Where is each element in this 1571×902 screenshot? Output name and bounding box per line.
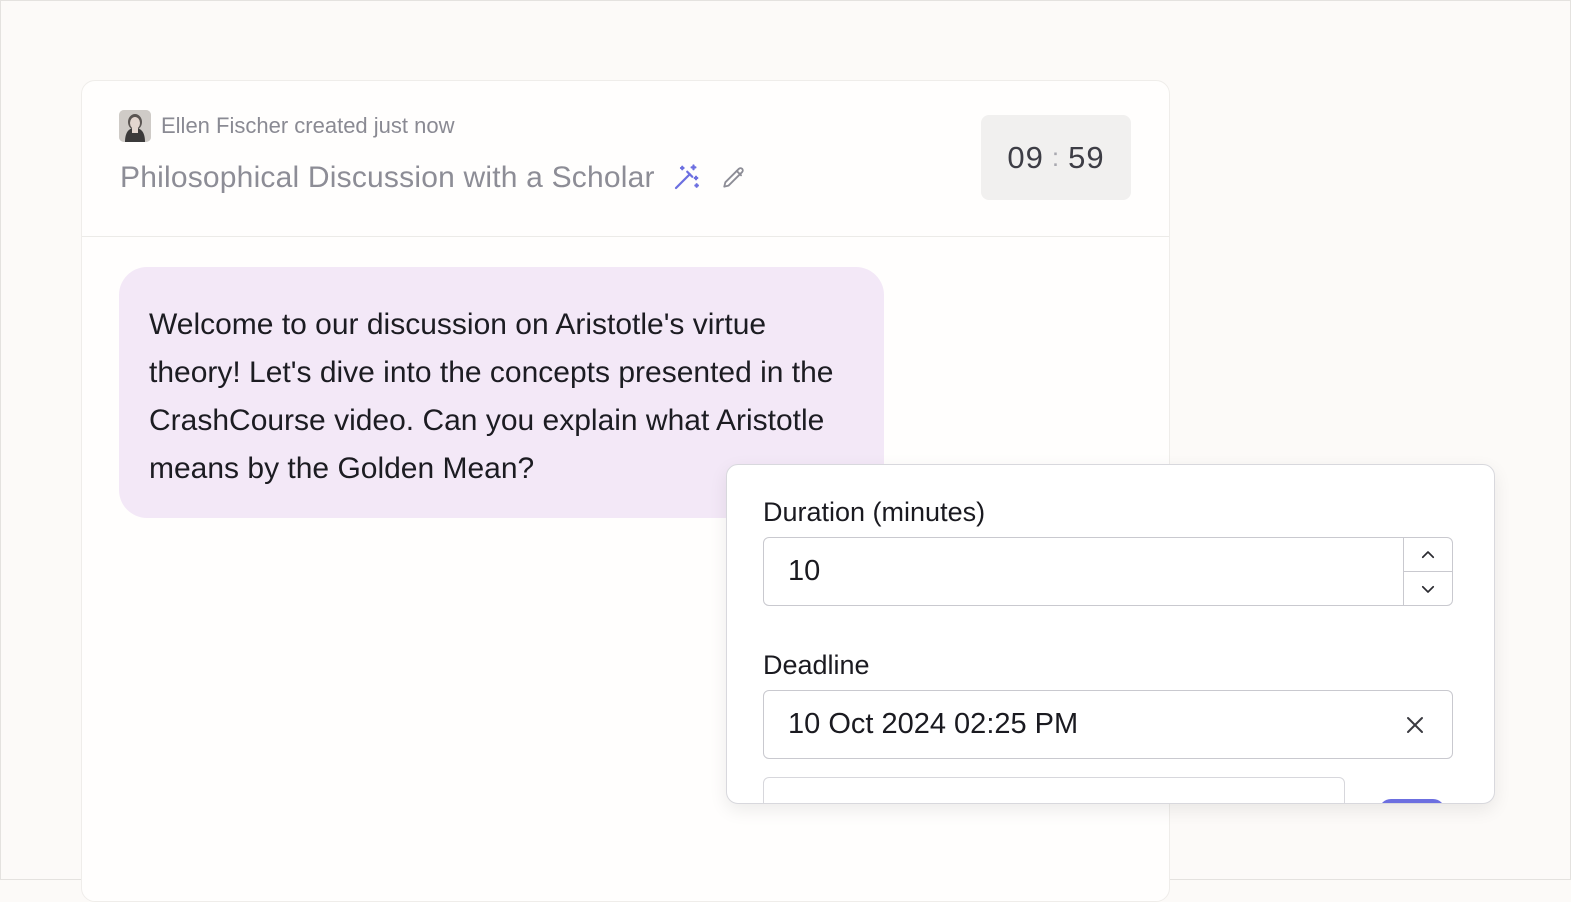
countdown-timer: 09 : 59: [981, 115, 1131, 200]
duration-value[interactable]: 10: [788, 538, 820, 605]
deadline-label: Deadline: [763, 650, 870, 680]
chevron-up-icon: [1421, 550, 1435, 558]
creator-action: created just now: [294, 113, 455, 138]
magic-wand-icon[interactable]: [669, 161, 703, 195]
pencil-icon[interactable]: [717, 161, 751, 195]
card-header: Ellen Fischer created just now Philosoph…: [82, 81, 1169, 237]
partial-submit-button[interactable]: [1379, 799, 1445, 803]
creator-name: Ellen Fischer: [161, 113, 289, 138]
clear-deadline-button[interactable]: [1398, 708, 1432, 742]
decrement-button[interactable]: [1404, 572, 1452, 605]
partial-input-field[interactable]: [763, 777, 1345, 803]
timer-minutes: 09: [1007, 139, 1044, 175]
activity-title: Philosophical Discussion with a Scholar: [120, 161, 655, 194]
timer-separator: :: [1051, 142, 1061, 172]
chevron-down-icon: [1421, 585, 1435, 593]
creator-info: Ellen Fischer created just now: [119, 110, 454, 142]
close-icon: [1407, 717, 1423, 733]
deadline-input[interactable]: 10 Oct 2024 02:25 PM: [763, 690, 1453, 759]
deadline-value[interactable]: 10 Oct 2024 02:25 PM: [788, 691, 1078, 758]
duration-input[interactable]: 10: [763, 537, 1453, 606]
settings-popover: Duration (minutes) 10 Deadline 10 Oct 20…: [726, 464, 1495, 804]
duration-label: Duration (minutes): [763, 497, 986, 527]
avatar: [119, 110, 151, 142]
title-row: Philosophical Discussion with a Scholar: [120, 161, 751, 195]
increment-button[interactable]: [1404, 538, 1452, 572]
timer-seconds: 59: [1068, 139, 1105, 175]
duration-stepper[interactable]: [1403, 538, 1452, 605]
